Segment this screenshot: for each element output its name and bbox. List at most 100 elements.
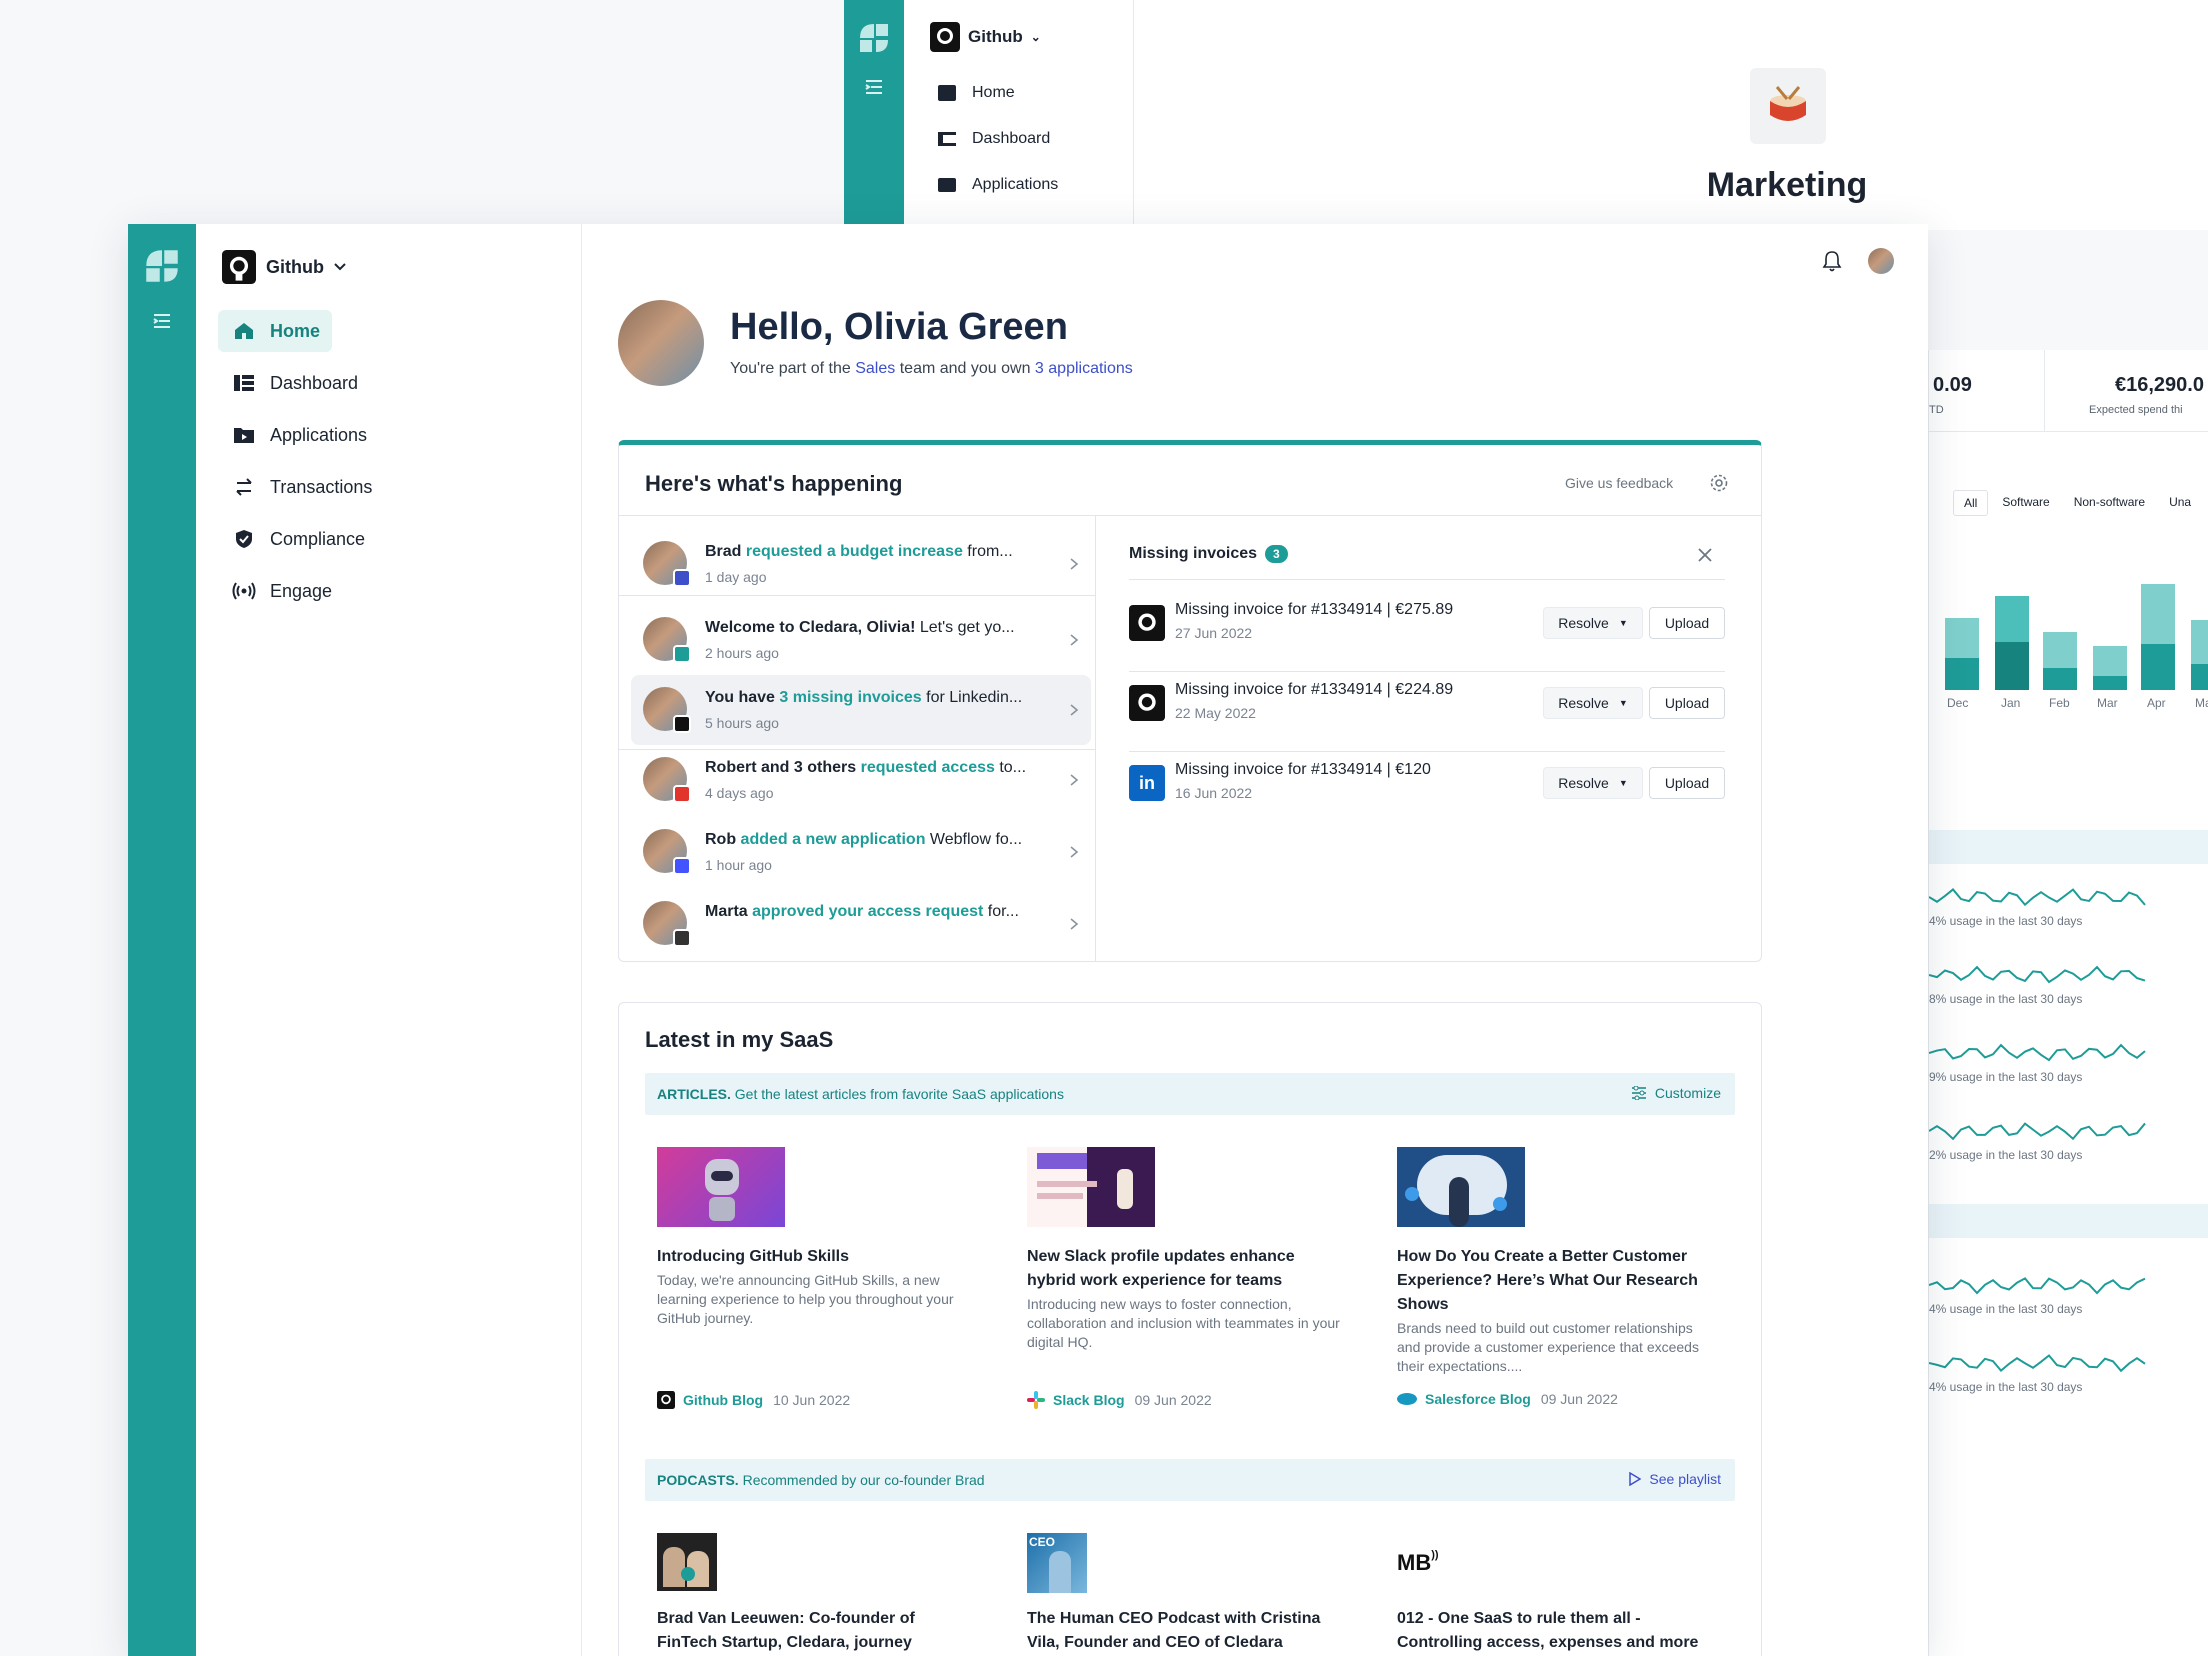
resolve-dropdown[interactable]: Resolve ▼ [1543, 687, 1643, 719]
article-date: 10 Jun 2022 [773, 1392, 851, 1408]
activity-item[interactable]: You have 3 missing invoices for Linkedin… [631, 675, 1091, 745]
sidebar-item-engage[interactable]: Engage [218, 570, 332, 612]
chevron-right-icon [1070, 634, 1079, 646]
activity-action-link[interactable]: requested access [856, 759, 995, 776]
usage-sparkline [1929, 1277, 2146, 1295]
invoice-row: Missing invoice for #1334914 | €224.89 22… [1129, 679, 1725, 759]
bg-nav-label: Home [972, 84, 1015, 101]
article-title[interactable]: How Do You Create a Better Customer Expe… [1397, 1245, 1717, 1317]
activity-item[interactable]: Rob added a new application Webflow fo..… [631, 817, 1091, 887]
month-label: Jan [2001, 696, 2021, 710]
podcast-cover[interactable]: CEO [1027, 1533, 1087, 1593]
activity-rest: to... [994, 759, 1027, 776]
sidebar-item-dashboard[interactable]: Dashboard [218, 362, 358, 404]
broadcast-icon [232, 579, 256, 603]
bg-org-switcher[interactable]: Github ⌄ [930, 22, 1041, 52]
happening-title: Here's what's happening [645, 471, 903, 496]
bg-nav-applications[interactable]: Applications [938, 176, 1058, 194]
bg-org-name: Github [968, 27, 1023, 46]
article-thumbnail[interactable] [1027, 1147, 1155, 1227]
bell-icon[interactable] [1822, 250, 1842, 272]
resolve-dropdown[interactable]: Resolve ▼ [1543, 607, 1643, 639]
podcast-cover[interactable]: MB)) [1397, 1543, 1453, 1583]
bg-nav-dashboard[interactable]: Dashboard [938, 130, 1050, 148]
sidebar-item-label: Compliance [270, 528, 366, 549]
folder-icon [938, 178, 956, 192]
customize-label: Customize [1654, 1085, 1721, 1101]
article-title[interactable]: Introducing GitHub Skills [657, 1245, 977, 1269]
activity-actor: Brad [705, 543, 742, 560]
activity-item[interactable]: Marta approved your access request for..… [631, 889, 1091, 959]
activity-item[interactable]: Brad requested a budget increase from...… [631, 529, 1091, 599]
app-rail [128, 224, 196, 1656]
month-label: Apr [2147, 696, 2166, 710]
missing-invoices-title: Missing invoices [1129, 545, 1258, 562]
activity-rest: Webflow fo... [925, 831, 1023, 848]
activity-item[interactable]: Robert and 3 others requested access to.… [631, 745, 1091, 815]
usage-label: 4% usage in the last 30 days [1929, 1380, 2083, 1394]
settings-gear-icon[interactable] [1709, 473, 1729, 493]
activity-text: Brad requested a budget increase from... [705, 543, 1049, 561]
sidebar-item-home[interactable]: Home [218, 310, 332, 352]
activity-action-link[interactable]: 3 missing invoices [775, 689, 921, 706]
see-playlist-button[interactable]: See playlist [1629, 1471, 1721, 1487]
chart-bar [2093, 646, 2127, 690]
filter-tab[interactable]: Non-software [2064, 490, 2155, 516]
filter-tab[interactable]: All [1953, 490, 1989, 516]
bg-nav-home[interactable]: Home [938, 84, 1015, 102]
podcast-title[interactable]: Brad Van Leeuwen: Co-founder of FinTech … [657, 1607, 957, 1655]
playlist-label: See playlist [1649, 1471, 1721, 1487]
articles-banner: ARTICLES. Get the latest articles from f… [645, 1073, 1735, 1115]
source-link[interactable]: Github Blog [683, 1392, 763, 1408]
activity-action-link[interactable]: requested a budget increase [741, 543, 963, 560]
activity-actor: You have [705, 689, 775, 706]
sidebar-item-compliance[interactable]: Compliance [218, 518, 365, 560]
app-badge-icon [673, 857, 691, 875]
activity-text: Welcome to Cledara, Olivia! Let's get yo… [705, 619, 1049, 637]
usage-label: 2% usage in the last 30 days [1929, 1148, 2083, 1162]
divider [1129, 671, 1725, 672]
applications-link[interactable]: 3 applications [1035, 360, 1133, 377]
close-icon[interactable] [1697, 547, 1713, 563]
activity-time: 4 days ago [705, 785, 774, 801]
activity-action-link[interactable]: approved your access request [748, 903, 983, 920]
sidebar-item-transactions[interactable]: Transactions [218, 466, 372, 508]
collapse-menu-icon[interactable] [152, 312, 172, 330]
cledara-logo-icon[interactable] [144, 248, 180, 284]
podcast-cover[interactable] [657, 1533, 717, 1591]
article-thumbnail[interactable] [1397, 1147, 1525, 1227]
caret-down-icon: ▼ [1618, 778, 1628, 788]
bg-stat: 0.09 TD [1929, 350, 2045, 432]
podcast-title[interactable]: The Human CEO Podcast with Cristina Vila… [1027, 1607, 1347, 1655]
filter-tab[interactable]: Una [2159, 490, 2201, 516]
upload-button[interactable]: Upload [1649, 767, 1725, 799]
bg-rail [844, 0, 904, 230]
usage-sparkline [1929, 965, 2146, 984]
article-title[interactable]: New Slack profile updates enhance hybrid… [1027, 1245, 1347, 1293]
resolve-label: Resolve [1558, 775, 1609, 791]
podcast-title[interactable]: 012 - One SaaS to rule them all - Contro… [1397, 1607, 1717, 1655]
missing-invoices-header: Missing invoices 3 [1129, 545, 1288, 563]
sidebar-item-applications[interactable]: Applications [218, 414, 367, 456]
source-link[interactable]: Salesforce Blog [1425, 1391, 1531, 1407]
upload-button[interactable]: Upload [1649, 687, 1725, 719]
org-switcher[interactable]: Github [222, 250, 346, 284]
bg-stat-label: TD [1929, 404, 1944, 416]
upload-button[interactable]: Upload [1649, 607, 1725, 639]
resolve-dropdown[interactable]: Resolve ▼ [1543, 767, 1643, 799]
customize-button[interactable]: Customize [1631, 1085, 1721, 1101]
source-link[interactable]: Slack Blog [1053, 1392, 1125, 1408]
activity-action-link[interactable]: added a new application [736, 831, 926, 848]
salesforce-icon [1397, 1393, 1417, 1405]
usage-label: 4% usage in the last 30 days [1929, 1302, 2083, 1316]
team-link[interactable]: Sales [855, 360, 895, 377]
user-avatar[interactable] [1868, 248, 1894, 274]
activity-item[interactable]: Welcome to Cledara, Olivia! Let's get yo… [631, 605, 1091, 675]
article-thumbnail[interactable] [657, 1147, 785, 1227]
filter-tab[interactable]: Software [1992, 490, 2059, 516]
feedback-link[interactable]: Give us feedback [1565, 475, 1673, 491]
folder-icon [232, 423, 256, 447]
bg-menu-icon[interactable] [864, 78, 884, 96]
article-date: 09 Jun 2022 [1134, 1392, 1212, 1408]
chart-bar [1945, 618, 1979, 690]
